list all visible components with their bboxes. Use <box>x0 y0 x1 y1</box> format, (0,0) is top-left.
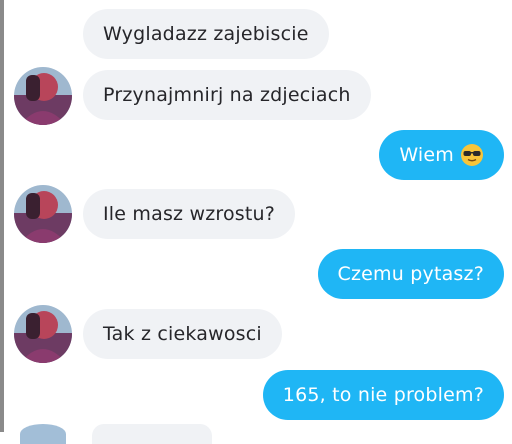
contact-avatar[interactable] <box>14 185 72 243</box>
message-text: Tak z ciekawosci <box>103 323 262 345</box>
contact-avatar[interactable] <box>14 67 72 125</box>
sunglasses-emoji-icon <box>460 143 484 167</box>
incoming-message-partial[interactable] <box>92 424 212 444</box>
incoming-message[interactable]: Przynajmnirj na zdjeciach <box>83 70 371 120</box>
left-edge-divider <box>0 0 4 432</box>
contact-avatar-partial[interactable] <box>20 424 66 444</box>
message-text: 165, to nie problem? <box>282 384 484 406</box>
incoming-message[interactable]: Tak z ciekawosci <box>83 309 282 359</box>
incoming-message[interactable]: Ile masz wzrostu? <box>83 189 296 239</box>
outgoing-message[interactable]: 165, to nie problem? <box>262 370 504 420</box>
message-text: Wiem <box>399 144 454 166</box>
message-text: Wygladazz zajebiscie <box>103 23 309 45</box>
incoming-message[interactable]: Wygladazz zajebiscie <box>83 9 329 59</box>
message-text: Ile masz wzrostu? <box>103 203 276 225</box>
outgoing-message[interactable]: Wiem <box>379 130 504 180</box>
outgoing-message[interactable]: Czemu pytasz? <box>317 249 504 299</box>
message-text: Przynajmnirj na zdjeciach <box>103 84 351 106</box>
contact-avatar[interactable] <box>14 305 72 363</box>
message-text: Czemu pytasz? <box>337 263 484 285</box>
